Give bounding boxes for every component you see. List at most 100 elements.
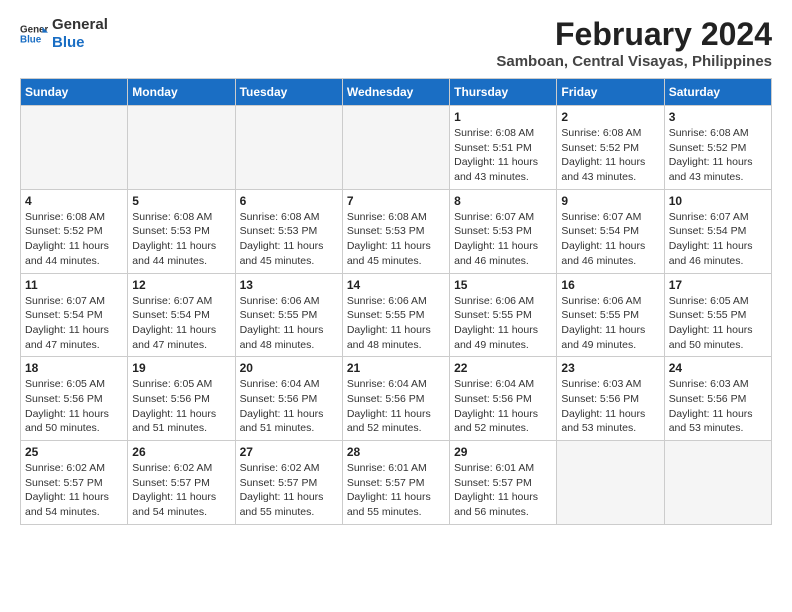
day-info: Sunrise: 6:06 AM Sunset: 5:55 PM Dayligh… bbox=[240, 294, 338, 353]
calendar-cell bbox=[664, 441, 771, 525]
day-info: Sunrise: 6:07 AM Sunset: 5:54 PM Dayligh… bbox=[669, 210, 767, 269]
day-number: 12 bbox=[132, 278, 230, 292]
day-info: Sunrise: 6:04 AM Sunset: 5:56 PM Dayligh… bbox=[454, 377, 552, 436]
day-info: Sunrise: 6:04 AM Sunset: 5:56 PM Dayligh… bbox=[347, 377, 445, 436]
calendar-week-row: 4 Sunrise: 6:08 AM Sunset: 5:52 PM Daylig… bbox=[21, 189, 772, 273]
day-number: 11 bbox=[25, 278, 123, 292]
logo-text-blue: Blue bbox=[52, 34, 108, 52]
day-number: 3 bbox=[669, 110, 767, 124]
calendar-cell: 11 Sunrise: 6:07 AM Sunset: 5:54 PM Dayli… bbox=[21, 273, 128, 357]
day-number: 25 bbox=[25, 445, 123, 459]
calendar-title: February 2024 bbox=[496, 16, 772, 53]
calendar-cell: 9 Sunrise: 6:07 AM Sunset: 5:54 PM Daylig… bbox=[557, 189, 664, 273]
day-info: Sunrise: 6:05 AM Sunset: 5:55 PM Dayligh… bbox=[669, 294, 767, 353]
day-info: Sunrise: 6:08 AM Sunset: 5:53 PM Dayligh… bbox=[132, 210, 230, 269]
calendar-cell: 29Sunrise: 6:01 AM Sunset: 5:57 PM Dayli… bbox=[450, 441, 557, 525]
day-number: 26 bbox=[132, 445, 230, 459]
day-number: 7 bbox=[347, 194, 445, 208]
title-area: February 2024 Samboan, Central Visayas, … bbox=[496, 16, 772, 70]
calendar-cell: 27 Sunrise: 6:02 AM Sunset: 5:57 PM Dayli… bbox=[235, 441, 342, 525]
day-number: 28 bbox=[347, 445, 445, 459]
calendar-cell: 5 Sunrise: 6:08 AM Sunset: 5:53 PM Daylig… bbox=[128, 189, 235, 273]
calendar-cell: 26 Sunrise: 6:02 AM Sunset: 5:57 PM Dayli… bbox=[128, 441, 235, 525]
calendar-table: SundayMondayTuesdayWednesdayThursdayFrid… bbox=[20, 78, 772, 525]
calendar-cell: 21 Sunrise: 6:04 AM Sunset: 5:56 PM Dayli… bbox=[342, 357, 449, 441]
calendar-cell bbox=[342, 106, 449, 190]
calendar-cell: 7 Sunrise: 6:08 AM Sunset: 5:53 PM Daylig… bbox=[342, 189, 449, 273]
day-number: 20 bbox=[240, 361, 338, 375]
column-header-wednesday: Wednesday bbox=[342, 79, 449, 106]
calendar-cell: 25Sunrise: 6:02 AM Sunset: 5:57 PM Dayli… bbox=[21, 441, 128, 525]
calendar-cell: 23 Sunrise: 6:03 AM Sunset: 5:56 PM Dayli… bbox=[557, 357, 664, 441]
calendar-cell: 4 Sunrise: 6:08 AM Sunset: 5:52 PM Daylig… bbox=[21, 189, 128, 273]
day-number: 10 bbox=[669, 194, 767, 208]
calendar-cell: 1Sunrise: 6:08 AM Sunset: 5:51 PM Daylig… bbox=[450, 106, 557, 190]
day-number: 16 bbox=[561, 278, 659, 292]
day-number: 13 bbox=[240, 278, 338, 292]
day-info: Sunrise: 6:01 AM Sunset: 5:57 PM Dayligh… bbox=[347, 461, 445, 520]
day-info: Sunrise: 6:02 AM Sunset: 5:57 PM Dayligh… bbox=[132, 461, 230, 520]
column-header-friday: Friday bbox=[557, 79, 664, 106]
day-info: Sunrise: 6:06 AM Sunset: 5:55 PM Dayligh… bbox=[454, 294, 552, 353]
calendar-cell: 6 Sunrise: 6:08 AM Sunset: 5:53 PM Daylig… bbox=[235, 189, 342, 273]
calendar-cell bbox=[21, 106, 128, 190]
calendar-cell: 17Sunrise: 6:05 AM Sunset: 5:55 PM Dayli… bbox=[664, 273, 771, 357]
day-info: Sunrise: 6:05 AM Sunset: 5:56 PM Dayligh… bbox=[25, 377, 123, 436]
calendar-cell: 22 Sunrise: 6:04 AM Sunset: 5:56 PM Dayli… bbox=[450, 357, 557, 441]
day-info: Sunrise: 6:07 AM Sunset: 5:53 PM Dayligh… bbox=[454, 210, 552, 269]
day-info: Sunrise: 6:08 AM Sunset: 5:52 PM Dayligh… bbox=[25, 210, 123, 269]
day-number: 21 bbox=[347, 361, 445, 375]
day-info: Sunrise: 6:08 AM Sunset: 5:52 PM Dayligh… bbox=[669, 126, 767, 185]
calendar-header-row: SundayMondayTuesdayWednesdayThursdayFrid… bbox=[21, 79, 772, 106]
day-number: 5 bbox=[132, 194, 230, 208]
day-number: 14 bbox=[347, 278, 445, 292]
day-number: 9 bbox=[561, 194, 659, 208]
day-info: Sunrise: 6:08 AM Sunset: 5:53 PM Dayligh… bbox=[240, 210, 338, 269]
calendar-week-row: 11 Sunrise: 6:07 AM Sunset: 5:54 PM Dayli… bbox=[21, 273, 772, 357]
day-number: 19 bbox=[132, 361, 230, 375]
day-number: 6 bbox=[240, 194, 338, 208]
day-number: 29 bbox=[454, 445, 552, 459]
calendar-cell: 24 Sunrise: 6:03 AM Sunset: 5:56 PM Dayli… bbox=[664, 357, 771, 441]
logo-text-general: General bbox=[52, 16, 108, 34]
calendar-cell: 10 Sunrise: 6:07 AM Sunset: 5:54 PM Dayli… bbox=[664, 189, 771, 273]
svg-text:Blue: Blue bbox=[20, 34, 42, 45]
calendar-cell bbox=[128, 106, 235, 190]
day-number: 24 bbox=[669, 361, 767, 375]
day-info: Sunrise: 6:03 AM Sunset: 5:56 PM Dayligh… bbox=[669, 377, 767, 436]
day-number: 18 bbox=[25, 361, 123, 375]
day-number: 8 bbox=[454, 194, 552, 208]
day-info: Sunrise: 6:08 AM Sunset: 5:52 PM Dayligh… bbox=[561, 126, 659, 185]
day-number: 15 bbox=[454, 278, 552, 292]
calendar-cell: 19 Sunrise: 6:05 AM Sunset: 5:56 PM Dayli… bbox=[128, 357, 235, 441]
day-info: Sunrise: 6:04 AM Sunset: 5:56 PM Dayligh… bbox=[240, 377, 338, 436]
day-info: Sunrise: 6:07 AM Sunset: 5:54 PM Dayligh… bbox=[561, 210, 659, 269]
calendar-cell bbox=[557, 441, 664, 525]
calendar-cell: 13 Sunrise: 6:06 AM Sunset: 5:55 PM Dayli… bbox=[235, 273, 342, 357]
day-info: Sunrise: 6:07 AM Sunset: 5:54 PM Dayligh… bbox=[25, 294, 123, 353]
calendar-subtitle: Samboan, Central Visayas, Philippines bbox=[496, 53, 772, 70]
day-info: Sunrise: 6:05 AM Sunset: 5:56 PM Dayligh… bbox=[132, 377, 230, 436]
calendar-week-row: 25 Sunrise: 6:02 AM Sunset: 5:57 PM Dayli… bbox=[21, 441, 772, 525]
calendar-cell: 2 Sunrise: 6:08 AM Sunset: 5:52 PM Daylig… bbox=[557, 106, 664, 190]
day-number: 22 bbox=[454, 361, 552, 375]
logo-icon: General Blue bbox=[20, 20, 48, 48]
day-number: 4 bbox=[25, 194, 123, 208]
calendar-cell: 8 Sunrise: 6:07 AM Sunset: 5:53 PM Daylig… bbox=[450, 189, 557, 273]
column-header-sunday: Sunday bbox=[21, 79, 128, 106]
day-number: 23 bbox=[561, 361, 659, 375]
day-info: Sunrise: 6:06 AM Sunset: 5:55 PM Dayligh… bbox=[347, 294, 445, 353]
calendar-cell: 12Sunrise: 6:07 AM Sunset: 5:54 PM Dayli… bbox=[128, 273, 235, 357]
calendar-cell: 28 Sunrise: 6:01 AM Sunset: 5:57 PM Dayli… bbox=[342, 441, 449, 525]
day-info: Sunrise: 6:08 AM Sunset: 5:53 PM Dayligh… bbox=[347, 210, 445, 269]
calendar-week-row: 1Sunrise: 6:08 AM Sunset: 5:51 PM Daylig… bbox=[21, 106, 772, 190]
day-info: Sunrise: 6:03 AM Sunset: 5:56 PM Dayligh… bbox=[561, 377, 659, 436]
day-number: 27 bbox=[240, 445, 338, 459]
calendar-cell: 20 Sunrise: 6:04 AM Sunset: 5:56 PM Dayli… bbox=[235, 357, 342, 441]
calendar-cell: 15 Sunrise: 6:06 AM Sunset: 5:55 PM Dayli… bbox=[450, 273, 557, 357]
calendar-cell: 16Sunrise: 6:06 AM Sunset: 5:55 PM Dayli… bbox=[557, 273, 664, 357]
day-number: 1 bbox=[454, 110, 552, 124]
day-info: Sunrise: 6:02 AM Sunset: 5:57 PM Dayligh… bbox=[240, 461, 338, 520]
calendar-cell: 3 Sunrise: 6:08 AM Sunset: 5:52 PM Daylig… bbox=[664, 106, 771, 190]
day-number: 2 bbox=[561, 110, 659, 124]
